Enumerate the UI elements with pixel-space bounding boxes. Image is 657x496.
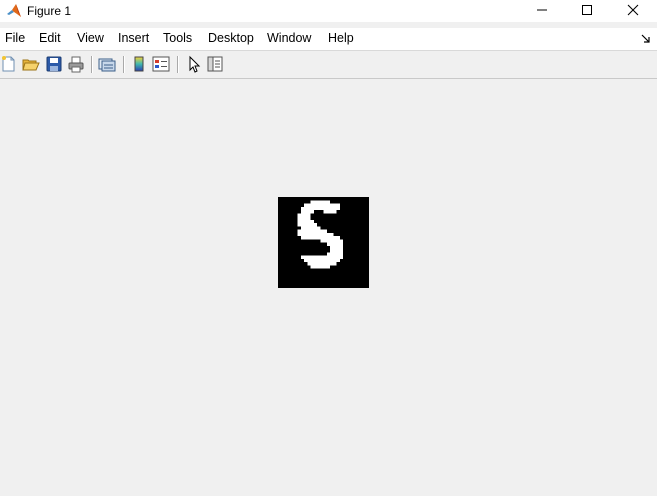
menu-tools[interactable]: Tools [163,31,192,45]
maximize-icon [581,4,593,19]
figure-canvas[interactable] [0,79,657,496]
open-file-icon[interactable] [22,55,40,73]
dock-figure-icon[interactable] [641,33,651,43]
menu-edit[interactable]: Edit [39,31,61,45]
menu-insert[interactable]: Insert [118,31,149,45]
menu-window[interactable]: Window [267,31,311,45]
save-icon[interactable] [45,55,63,73]
maximize-button[interactable] [564,0,610,22]
menu-view[interactable]: View [77,31,104,45]
window-title: Figure 1 [27,4,72,18]
close-button[interactable] [610,0,656,22]
new-figure-icon[interactable] [0,55,18,73]
print-icon[interactable] [67,55,85,73]
insert-legend-icon[interactable] [152,55,170,73]
toolbar-separator [123,56,125,73]
minimize-button[interactable] [519,0,565,22]
minimize-icon [536,4,548,19]
digit-image[interactable] [278,197,369,288]
edit-plot-pointer-icon[interactable] [185,55,203,73]
digit-five-strokes [297,200,343,269]
close-icon [627,4,639,19]
toolbar-separator [91,56,93,73]
menu-desktop[interactable]: Desktop [208,31,254,45]
property-inspector-icon[interactable] [206,55,224,73]
menu-file[interactable]: File [5,31,25,45]
figure-toolbar [0,51,657,79]
insert-colorbar-icon[interactable] [130,55,148,73]
matlab-logo-icon [6,3,22,19]
title-bar[interactable]: Figure 1 [0,0,657,22]
menu-help[interactable]: Help [328,31,354,45]
menu-bar: File Edit View Insert Tools Desktop Wind… [0,28,657,51]
link-plot-icon[interactable] [98,55,116,73]
toolbar-separator [177,56,179,73]
